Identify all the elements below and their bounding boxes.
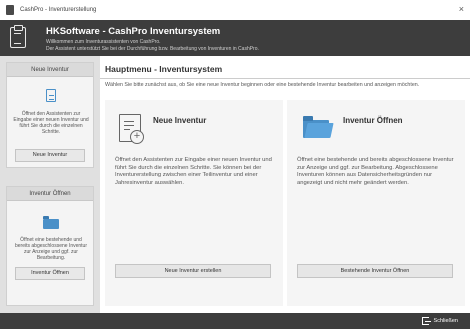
create-new-inventory-button[interactable]: Neue Inventur erstellen (115, 264, 271, 278)
folder-icon (43, 216, 59, 229)
sidebar-new-heading: Neue Inventur (7, 63, 93, 77)
sidebar-open-text: Öffnet eine bestehende und bereits abges… (15, 237, 87, 261)
header-title: HKSoftware - CashPro Inventursystem (46, 26, 221, 37)
open-existing-inventory-button[interactable]: Bestehende Inventur Öffnen (297, 264, 453, 278)
card-new-text: Öffnet den Assistenten zur Eingabe einer… (115, 157, 272, 186)
sidebar-open-inventory-button[interactable]: Inventur Öffnen (15, 267, 85, 280)
main-content: Hauptmenu - Inventursystem Wählen Sie bi… (100, 56, 470, 313)
sidebar: Neue Inventur Öffnet den Assistenten zur… (0, 56, 100, 313)
card-open-text: Öffnet eine bestehende und bereits abges… (297, 157, 454, 186)
card-new-inventory: + Neue Inventur Öffnet den Assistenten z… (105, 100, 283, 306)
title-divider (100, 78, 470, 79)
sidebar-open-heading: Inventur Öffnen (7, 187, 93, 201)
card-new-title: Neue Inventur (153, 116, 207, 125)
header-subtitle-line2: Der Assistent unterstützt Sie bei der Du… (46, 46, 259, 52)
close-label: Schließen (433, 318, 458, 324)
footer-bar: Schließen (0, 313, 470, 329)
card-open-inventory: Inventur Öffnen Öffnet eine bestehende u… (287, 100, 465, 306)
folder-icon (303, 116, 329, 138)
sidebar-new-text: Öffnet den Assistenten zur Eingabe einer… (13, 111, 89, 135)
sidebar-panel-new: Neue Inventur Öffnet den Assistenten zur… (6, 62, 94, 168)
new-document-icon (46, 89, 56, 102)
sidebar-panel-open: Inventur Öffnen Öffnet eine bestehende u… (6, 186, 94, 306)
window-title: CashPro - Inventurerstellung (20, 7, 97, 13)
exit-icon (421, 317, 431, 325)
close-button[interactable]: Schließen (421, 316, 458, 326)
page-title: Hauptmenu - Inventursystem (105, 64, 223, 74)
intro-text: Wählen Sie bitte zunächst aus, ob Sie ei… (105, 82, 420, 88)
new-document-icon: + (119, 114, 144, 144)
header-subtitle-line1: Willkommen zum Inventurassistenten von C… (46, 39, 161, 45)
app-icon (6, 5, 14, 15)
card-open-title: Inventur Öffnen (343, 116, 403, 125)
sidebar-new-inventory-button[interactable]: Neue Inventur (15, 149, 85, 162)
clipboard-icon (10, 25, 26, 48)
window-titlebar: CashPro - Inventurerstellung × (0, 0, 470, 20)
window-close-button[interactable]: × (459, 4, 464, 14)
app-header: HKSoftware - CashPro Inventursystem Will… (0, 20, 470, 56)
